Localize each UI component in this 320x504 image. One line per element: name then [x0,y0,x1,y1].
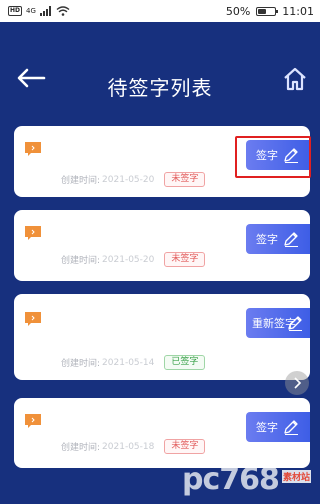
status-badge: 未签字 [164,439,206,454]
battery-percent: 50% [225,4,251,18]
created-date: 2021-05-18 [102,441,155,452]
document-icon [25,142,41,156]
sign-button[interactable]: 签字 [246,412,310,442]
status-left: HD 4G [8,6,70,16]
signal-icon [39,6,51,16]
created-date: 2021-05-20 [102,174,155,185]
sign-button[interactable]: 签字 [246,224,310,254]
header: 待签字列表 [0,22,320,112]
status-badge: 已签字 [164,355,206,370]
pen-icon [288,316,302,331]
pen-icon [284,420,298,435]
created-date: 2021-05-14 [102,357,155,368]
sign-card[interactable]: 创建时间: 2021-05-20 未签字 签字 [14,210,310,281]
document-icon [25,226,41,240]
document-icon [25,414,41,428]
page-title: 待签字列表 [107,76,213,100]
network-label: 4G [26,7,36,15]
status-badge: 未签字 [164,172,206,187]
created-row: 创建时间: 2021-05-18 未签字 [61,439,206,454]
created-row: 创建时间: 2021-05-20 未签字 [61,172,206,187]
document-icon [25,312,41,326]
resign-button[interactable]: 重新签字 [246,308,310,338]
chevron-right-icon [294,377,302,389]
pen-icon [284,232,298,247]
created-label: 创建时间: [61,256,101,266]
created-date: 2021-05-20 [102,254,155,265]
watermark-sub: 素材站 [282,470,312,483]
scroll-next-button[interactable] [285,371,309,395]
status-badge: 未签字 [164,252,206,267]
sign-card[interactable]: 创建时间: 2021-05-18 未签字 签字 [14,398,310,468]
hd-badge: HD [8,6,23,16]
home-icon[interactable] [282,66,308,92]
status-bar: HD 4G 50% 11:01 [0,0,320,22]
highlight-box [235,136,311,178]
sign-button-label: 签字 [256,233,278,246]
battery-icon [256,6,279,16]
sign-button-label: 签字 [256,421,278,434]
created-row: 创建时间: 2021-05-20 未签字 [61,252,206,267]
sign-card[interactable]: 创建时间: 2021-05-14 已签字 重新签字 [14,294,310,380]
wifi-icon [56,6,70,16]
clock: 11:01 [282,4,314,18]
created-label: 创建时间: [61,176,101,186]
watermark-logo: pc768 素材站 [178,460,320,504]
created-row: 创建时间: 2021-05-14 已签字 [61,355,206,370]
created-label: 创建时间: [61,359,101,369]
watermark-brand: pc768 [182,462,280,497]
battery-fill [258,8,267,14]
created-label: 创建时间: [61,443,101,453]
status-right: 50% 11:01 [226,5,314,18]
